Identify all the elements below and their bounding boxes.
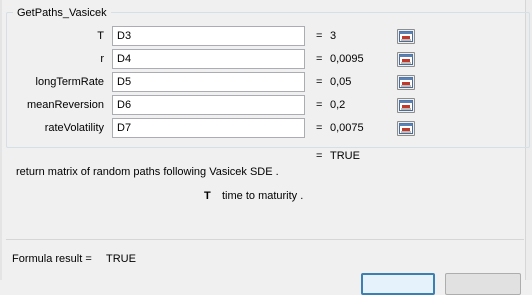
equals-sign: = (316, 76, 323, 88)
argument-row-ratevolatility: rateVolatility D7 = 0,0075 (0, 118, 532, 138)
collapse-dialog-icon (399, 77, 413, 88)
collapse-dialog-button-longtermrate[interactable] (397, 75, 415, 90)
argument-label-r: r (100, 53, 104, 65)
argument-help-text: time to maturity . (222, 190, 304, 202)
argument-input-ratevolatility[interactable]: D7 (112, 118, 415, 138)
argument-label-ratevolatility: rateVolatility (44, 122, 104, 134)
collapse-dialog-button-r[interactable] (397, 52, 415, 67)
argument-row-meanreversion: meanReversion D6 = 0,2 (0, 95, 532, 115)
argument-ref-t: D3 (117, 30, 132, 42)
argument-input-longtermrate[interactable]: D5 (112, 72, 415, 92)
argument-value-ratevolatility: 0,0075 (330, 122, 364, 134)
argument-value-t: 3 (330, 30, 337, 42)
argument-value-r: 0,0095 (330, 53, 364, 65)
collapse-dialog-icon (399, 123, 413, 134)
argument-row-r: r D4 = 0,0095 (0, 49, 532, 69)
argument-input-meanreversion[interactable]: D6 (112, 95, 415, 115)
collapse-dialog-button-ratevolatility[interactable] (397, 121, 415, 136)
function-description: return matrix of random paths following … (16, 166, 279, 178)
collapse-dialog-icon (399, 31, 413, 42)
collapse-dialog-button-meanreversion[interactable] (397, 98, 415, 113)
argument-input-t[interactable]: D3 (112, 26, 415, 46)
cancel-button[interactable] (445, 273, 521, 295)
argument-help-name: T (204, 190, 211, 202)
formula-result-value: TRUE (106, 253, 136, 265)
argument-label-meanreversion: meanReversion (26, 99, 104, 111)
divider (6, 239, 524, 240)
equals-sign: = (316, 122, 323, 134)
equals-sign: = (316, 30, 323, 42)
argument-ref-meanreversion: D6 (117, 99, 132, 111)
equals-sign: = (316, 53, 323, 65)
collapse-dialog-icon (399, 100, 413, 111)
argument-value-meanreversion: 0,2 (330, 99, 346, 111)
argument-ref-ratevolatility: D7 (117, 122, 132, 134)
argument-label-longtermrate: longTermRate (35, 76, 104, 88)
argument-row-t: T D3 = 3 (0, 26, 532, 46)
argument-ref-r: D4 (117, 53, 132, 65)
result-equals-sign: = (316, 150, 323, 162)
function-result-value: TRUE (330, 150, 360, 162)
equals-sign: = (316, 99, 323, 111)
ok-button[interactable] (361, 273, 435, 295)
collapse-dialog-icon (399, 54, 413, 65)
collapse-dialog-button-t[interactable] (397, 29, 415, 44)
argument-input-r[interactable]: D4 (112, 49, 415, 69)
argument-ref-longtermrate: D5 (117, 76, 132, 88)
argument-row-longtermrate: longTermRate D5 = 0,05 (0, 72, 532, 92)
function-name: GetPaths_Vasicek (13, 6, 111, 20)
formula-result-label: Formula result = (12, 253, 92, 265)
argument-label-t: T (97, 30, 104, 42)
argument-value-longtermrate: 0,05 (330, 76, 352, 88)
